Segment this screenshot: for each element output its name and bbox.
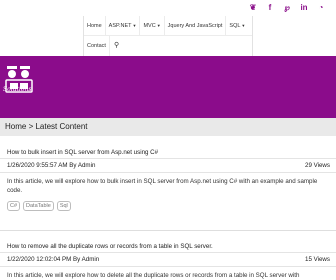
post-summary: In this article, we will explore how to … bbox=[7, 272, 300, 279]
post-summary: In this article, we will explore how to … bbox=[7, 178, 318, 194]
menu-item-home[interactable]: Home bbox=[84, 15, 106, 36]
breadcrumb: Home > Latest Content bbox=[0, 118, 336, 136]
menu-label: MVC bbox=[143, 22, 156, 29]
post-title[interactable]: How to bulk insert in SQL server from As… bbox=[0, 146, 336, 159]
menu-label: Contact bbox=[87, 43, 106, 49]
search-icon[interactable]: ⚲ bbox=[110, 36, 123, 56]
caret-down-icon: ▼ bbox=[241, 22, 246, 28]
social-links: ❦ f ℘ in ◔ bbox=[248, 3, 326, 13]
menu-item-contact[interactable]: Contact bbox=[84, 36, 110, 56]
caret-down-icon: ▼ bbox=[132, 22, 137, 28]
header-banner bbox=[0, 56, 336, 118]
rss-icon[interactable]: ◔ bbox=[316, 3, 326, 13]
menu-label: SQL bbox=[229, 22, 241, 29]
post-views: 15 Views bbox=[305, 256, 330, 263]
tag-chip[interactable]: Sql bbox=[56, 201, 71, 211]
post-meta: 1/22/2020 12:02:04 PM By Admin 15 Views bbox=[0, 253, 336, 267]
post-date: 1/26/2020 9:55:57 AM By Admin bbox=[7, 162, 96, 169]
menu-label: Jquery And JavaScript bbox=[167, 22, 223, 29]
menu-label: Home bbox=[87, 22, 102, 29]
caret-down-icon: ▼ bbox=[156, 22, 161, 28]
twitter-icon[interactable]: ❦ bbox=[248, 3, 258, 13]
post-meta: 1/26/2020 9:55:57 AM By Admin 29 Views bbox=[0, 159, 336, 173]
top-bar: ❦ f ℘ in ◔ bbox=[0, 0, 336, 16]
post-date: 1/22/2020 12:02:04 PM By Admin bbox=[7, 256, 100, 263]
main-menu: Home ASP.NET▼ MVC▼ Jquery And JavaScript… bbox=[83, 15, 253, 56]
post-item: How to remove all the duplicate rows or … bbox=[0, 240, 336, 280]
menu-item-mvc[interactable]: MVC▼ bbox=[140, 15, 165, 36]
tag-chip[interactable]: DataTable bbox=[23, 201, 54, 211]
pinterest-icon[interactable]: ℘ bbox=[282, 3, 292, 13]
menu-label: ASP.NET bbox=[108, 22, 132, 29]
post-tags: C# DataTable Sql bbox=[0, 195, 336, 211]
post-item: How to bulk insert in SQL server from As… bbox=[0, 146, 336, 211]
divider bbox=[0, 230, 336, 231]
menu-item-jquery-javascript[interactable]: Jquery And JavaScript bbox=[165, 15, 227, 36]
linkedin-icon[interactable]: in bbox=[299, 3, 309, 13]
post-title[interactable]: How to remove all the duplicate rows or … bbox=[0, 240, 336, 253]
logo-icon[interactable] bbox=[4, 62, 34, 102]
logo-text: Solutions bbox=[3, 86, 32, 93]
tag-chip[interactable]: C# bbox=[7, 201, 21, 211]
navigation-bar: Home ASP.NET▼ MVC▼ Jquery And JavaScript… bbox=[0, 15, 336, 56]
post-views: 29 Views bbox=[305, 162, 330, 169]
facebook-icon[interactable]: f bbox=[265, 3, 275, 13]
menu-item-aspnet[interactable]: ASP.NET▼ bbox=[106, 15, 141, 36]
menu-row: Home ASP.NET▼ MVC▼ Jquery And JavaScript… bbox=[84, 15, 252, 36]
menu-row: Contact ⚲ bbox=[84, 36, 252, 56]
menu-item-sql[interactable]: SQL▼ bbox=[226, 16, 248, 36]
